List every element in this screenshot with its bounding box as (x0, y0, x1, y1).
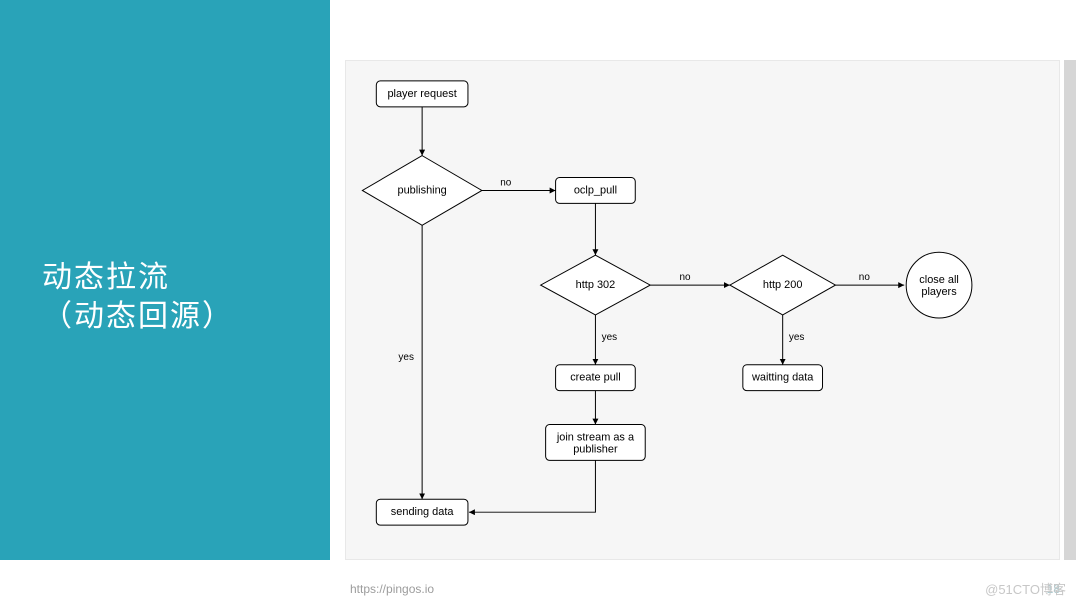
sidebar: 动态拉流 （动态回源） (0, 0, 330, 560)
label-waiting-data: waitting data (751, 372, 814, 384)
edge (469, 460, 595, 512)
label-join-stream-1: join stream as a (556, 431, 635, 443)
label-close-all-1: close all (919, 274, 959, 286)
title-line-2: （动态回源） (42, 297, 234, 336)
edge-label-no: no (859, 272, 871, 283)
label-http-302: http 302 (576, 279, 616, 291)
flowchart-svg: player request publishing no oclp_pull h… (346, 61, 1059, 559)
right-edge-bar (1064, 60, 1076, 560)
label-http-200: http 200 (763, 279, 803, 291)
watermark: @51CTO博客 (985, 579, 1066, 598)
label-sending-data: sending data (391, 506, 455, 518)
edge-label-yes: yes (398, 352, 414, 363)
label-create-pull: create pull (570, 372, 620, 384)
label-publishing: publishing (397, 184, 446, 196)
edge-label-yes: yes (789, 332, 805, 343)
edge-label-no: no (680, 272, 692, 283)
slide: 动态拉流 （动态回源） player request publishing no (0, 0, 1080, 608)
title-block: 动态拉流 （动态回源） (42, 258, 234, 336)
label-close-all-2: players (921, 286, 957, 298)
flowchart-diagram: player request publishing no oclp_pull h… (345, 60, 1060, 560)
edge-label-no: no (500, 178, 512, 189)
label-player-request: player request (387, 88, 456, 100)
edge-label-yes: yes (602, 332, 618, 343)
title-line-1: 动态拉流 (42, 258, 234, 297)
label-join-stream-2: publisher (573, 443, 618, 455)
footer-url: https://pingos.io (350, 582, 434, 596)
label-oclp-pull: oclp_pull (574, 184, 617, 196)
